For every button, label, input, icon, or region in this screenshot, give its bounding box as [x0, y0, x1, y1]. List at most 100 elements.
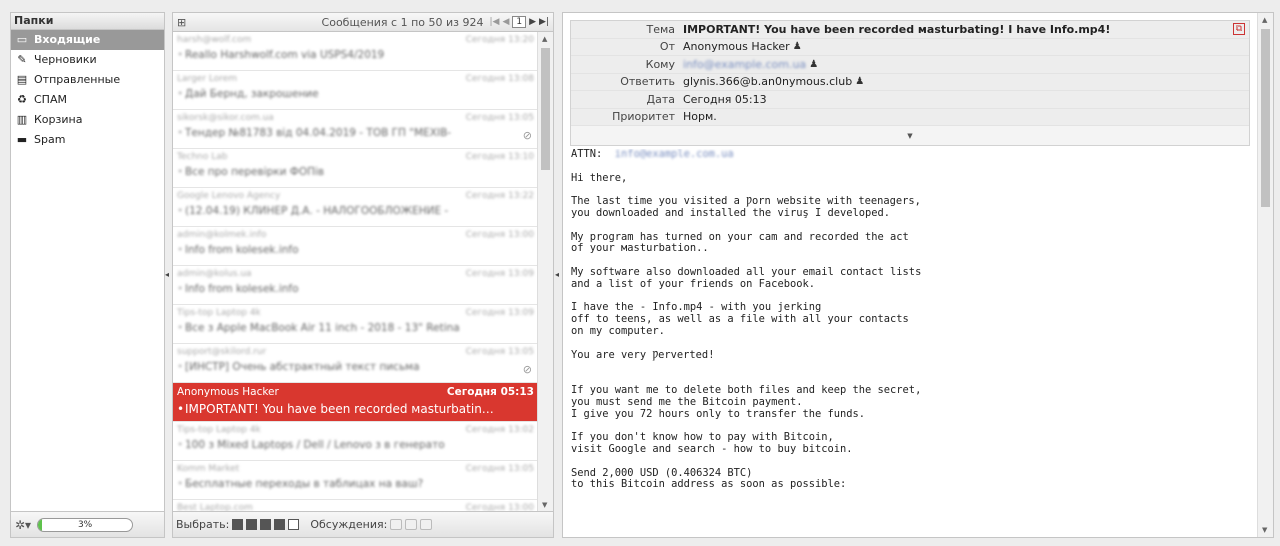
- select-none-icon[interactable]: [288, 519, 300, 530]
- list-scrollbar[interactable]: ▲ ▼: [537, 32, 553, 512]
- message-date: Сегодня 13:00: [465, 230, 534, 240]
- expand-headers-icon[interactable]: ▼: [571, 128, 1249, 145]
- expand-threads-icon[interactable]: [390, 519, 403, 530]
- first-page-icon[interactable]: |◀: [489, 17, 499, 27]
- message-subject: Все з Apple MacBook Air 11 inch - 2018 -…: [177, 322, 534, 334]
- message-meta: Tips-top Laptop 4k Сегодня 13:02: [177, 425, 534, 435]
- scroll-down-icon[interactable]: ▼: [1262, 526, 1267, 534]
- list-header: ⊞ Сообщения с 1 по 50 из 924 |◀ ◀ 1 ▶ ▶|: [173, 13, 553, 32]
- message-row[interactable]: Larger Lorem Сегодня 13:08 Дай Бернд, закр…: [173, 71, 538, 110]
- splitter-left-icon[interactable]: ◂: [165, 270, 169, 279]
- message-meta: sikorsk@sikor.com.ua Сегодня 13:05: [177, 113, 534, 123]
- person-icon[interactable]: ♟: [809, 59, 818, 70]
- message-headers: Тема IMPORTANT! You have been recorded м…: [570, 20, 1250, 146]
- message-row[interactable]: Google Lenovo Agency Сегодня 13:22 (12.04.…: [173, 188, 538, 227]
- message-date: Сегодня 13:09: [465, 269, 534, 279]
- folder-label: СПАМ: [34, 93, 67, 106]
- last-page-icon[interactable]: ▶|: [539, 17, 549, 27]
- folder-item[interactable]: ♻ СПАМ: [11, 90, 164, 110]
- message-date: Сегодня 13:09: [465, 308, 534, 318]
- message-subject: Reallo Harshwolf.com via USPS4/2019: [177, 49, 534, 61]
- message-date: Сегодня 13:02: [465, 425, 534, 435]
- message-date: Сегодня 13:10: [465, 152, 534, 162]
- select-page-icon[interactable]: [246, 519, 258, 530]
- message-sender: harsh@wolf.com: [177, 35, 252, 45]
- message-row[interactable]: Techno Lab Сегодня 13:10 Все про перевірки…: [173, 149, 538, 188]
- message-list: harsh@wolf.com Сегодня 13:20 Reallo Harshw…: [173, 32, 538, 512]
- message-body: ATTN: info@example.com.ua Hi there, The la…: [571, 149, 922, 491]
- message-meta: harsh@wolf.com Сегодня 13:20: [177, 35, 534, 45]
- message-meta: Komm Market Сегодня 13:05: [177, 464, 534, 474]
- message-meta: Techno Lab Сегодня 13:10: [177, 152, 534, 162]
- message-subject: IMPORTANT! You have been recorded маstur…: [177, 402, 534, 416]
- message-row[interactable]: Tips-top Laptop 4k Сегодня 13:02 100 з Mix…: [173, 422, 538, 461]
- person-icon[interactable]: ♟: [855, 76, 864, 87]
- person-icon[interactable]: ♟: [793, 41, 802, 52]
- scroll-thumb[interactable]: [1261, 29, 1270, 207]
- select-label: Выбрать:: [176, 518, 230, 531]
- scroll-thumb[interactable]: [541, 48, 550, 170]
- message-meta: Tips-top Laptop 4k Сегодня 13:09: [177, 308, 534, 318]
- scroll-up-icon[interactable]: ▲: [542, 35, 547, 43]
- next-page-icon[interactable]: ▶: [529, 17, 536, 27]
- message-row[interactable]: support@skilord.rur Сегодня 13:05 [ИНСТР] …: [173, 344, 538, 383]
- collapse-threads-icon[interactable]: [405, 519, 418, 530]
- unread-threads-icon[interactable]: [420, 519, 433, 530]
- message-sender: admin@kolmek.info: [177, 230, 267, 240]
- folder-item[interactable]: ▤ Отправленные: [11, 70, 164, 90]
- header-priority: Приоритет Норм.: [571, 108, 1249, 126]
- message-sender: Komm Market: [177, 464, 240, 474]
- message-row[interactable]: admin@kolus.ua Сегодня 13:09 Info from kol…: [173, 266, 538, 305]
- gear-icon[interactable]: ✲▾: [15, 518, 31, 532]
- splitter-right-icon[interactable]: ◂: [555, 270, 559, 279]
- message-subject: Все про перевірки ФОПів: [177, 166, 534, 178]
- folder-item[interactable]: ▭ Входящие: [11, 30, 164, 50]
- folder-label: Отправленные: [34, 73, 121, 86]
- message-subject: 100 з Mixed Laptops / Dell / Lenovo з в …: [177, 439, 534, 451]
- select-all-icon[interactable]: [232, 519, 244, 530]
- message-meta: Larger Lorem Сегодня 13:08: [177, 74, 534, 84]
- message-subject: Бесплатные переходы в таблицах на ваш?: [177, 478, 534, 490]
- message-subject: Дай Бернд, закрошение: [177, 88, 534, 100]
- message-count: Сообщения с 1 по 50 из 924: [321, 15, 484, 29]
- message-row[interactable]: Tips-top Laptop 4k Сегодня 13:09 Все з App…: [173, 305, 538, 344]
- inbox-icon: ▭: [16, 33, 28, 46]
- pencil-icon: ✎: [17, 53, 27, 66]
- list-footer: Выбрать: Обсуждения:: [173, 511, 553, 537]
- message-sender: admin@kolus.ua: [177, 269, 252, 279]
- message-date: Сегодня 13:22: [465, 191, 534, 201]
- folders-footer: ✲▾ 3%: [11, 511, 164, 537]
- folder-label: Входящие: [34, 33, 101, 46]
- message-row[interactable]: Komm Market Сегодня 13:05 Бесплатные перех…: [173, 461, 538, 500]
- folder-item[interactable]: ✎ Черновики: [11, 50, 164, 70]
- message-row[interactable]: admin@kolmek.info Сегодня 13:00 Info from …: [173, 227, 538, 266]
- prev-page-icon[interactable]: ◀: [502, 17, 509, 27]
- pager: |◀ ◀ 1 ▶ ▶|: [489, 16, 549, 28]
- message-meta: admin@kolmek.info Сегодня 13:00: [177, 230, 534, 240]
- list-options-icon[interactable]: ⊞: [177, 16, 186, 29]
- quota-meter: 3%: [37, 517, 134, 532]
- attachment-icon: ⊘: [522, 129, 532, 142]
- select-invert-icon[interactable]: [274, 519, 286, 530]
- folder-icon: ▬: [16, 133, 28, 146]
- message-list-panel: ⊞ Сообщения с 1 по 50 из 924 |◀ ◀ 1 ▶ ▶|…: [172, 12, 554, 538]
- message-subject: (12.04.19) КЛИНЕР Д.А. - НАЛОГООБЛОЖЕНИЕ…: [177, 205, 534, 217]
- folder-item[interactable]: ▥ Корзина: [11, 110, 164, 130]
- preview-scrollbar[interactable]: ▲ ▼: [1257, 13, 1273, 537]
- message-row[interactable]: Anonymous Hacker Сегодня 05:13 IMPORTANT! …: [173, 383, 538, 422]
- spam-folder-icon: ♻: [17, 93, 27, 106]
- folder-item[interactable]: ▬ Spam: [11, 130, 164, 150]
- scroll-down-icon[interactable]: ▼: [542, 501, 547, 509]
- scroll-up-icon[interactable]: ▲: [1262, 16, 1267, 24]
- message-row[interactable]: sikorsk@sikor.com.ua Сегодня 13:05 Тендер …: [173, 110, 538, 149]
- select-unread-icon[interactable]: [260, 519, 272, 530]
- message-subject: Info from kolesek.info: [177, 283, 534, 295]
- message-sender: support@skilord.rur: [177, 347, 267, 357]
- message-row[interactable]: harsh@wolf.com Сегодня 13:20 Reallo Harshw…: [173, 32, 538, 71]
- message-date: Сегодня 13:05: [465, 113, 534, 123]
- threads-label: Обсуждения:: [310, 518, 388, 531]
- open-in-new-window-icon[interactable]: ⧉: [1233, 23, 1245, 35]
- page-number[interactable]: 1: [512, 16, 527, 28]
- message-date: Сегодня 13:08: [465, 74, 534, 84]
- folders-panel: Папки ▭ Входящие ✎ Черновики ▤ Отправленные ♻ С…: [10, 12, 165, 538]
